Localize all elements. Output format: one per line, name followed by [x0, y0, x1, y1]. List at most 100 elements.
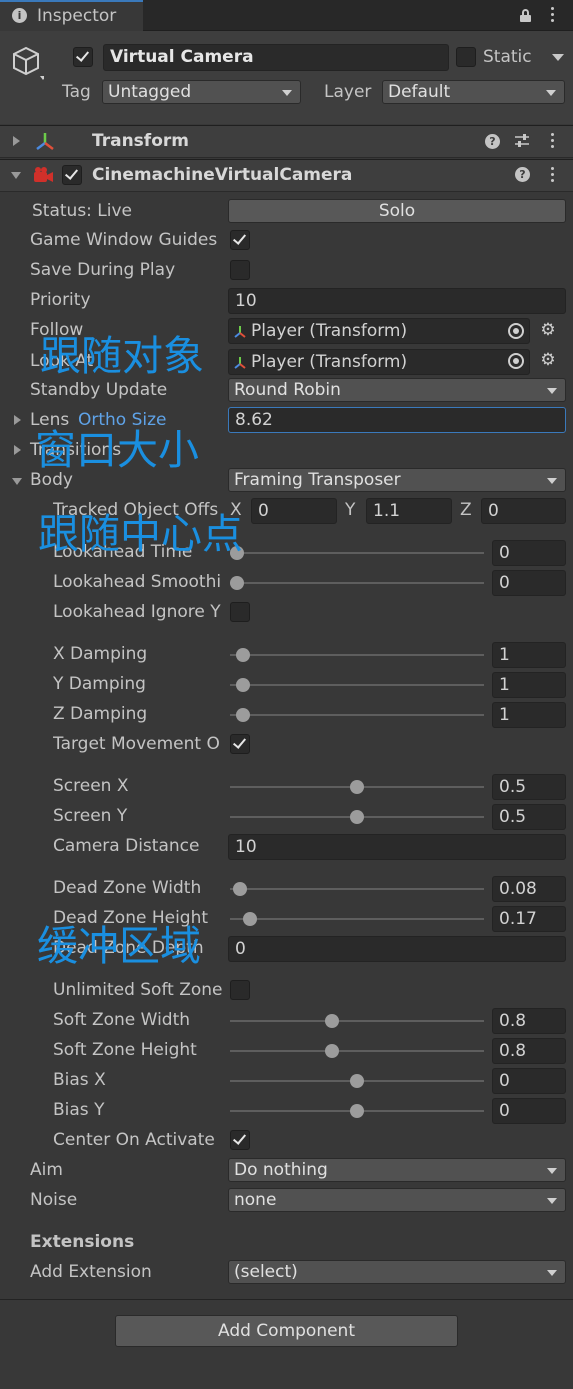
static-checkbox[interactable] — [456, 47, 476, 67]
x-damping-field[interactable]: 1 — [492, 642, 566, 668]
help-icon[interactable]: ? — [485, 134, 500, 149]
tab-menu-icon[interactable] — [551, 7, 555, 25]
gameobject-name-field[interactable]: Virtual Camera — [103, 44, 449, 71]
x-damping-slider-handle[interactable] — [235, 648, 250, 662]
dead-zone-height-slider-track[interactable] — [230, 918, 484, 920]
dead-zone-width-field[interactable]: 0.08 — [492, 876, 566, 902]
soft-zone-height-slider-handle[interactable] — [324, 1044, 339, 1058]
noise-dropdown[interactable]: none — [228, 1188, 566, 1212]
soft-zone-width-slider-handle[interactable] — [324, 1014, 339, 1028]
priority-field[interactable]: 10 — [228, 288, 566, 314]
solo-button[interactable]: Solo — [228, 199, 566, 223]
save-during-play-checkbox[interactable] — [230, 260, 250, 280]
screen-y-slider-handle[interactable] — [350, 810, 364, 824]
offset-y-field[interactable]: 1.1 — [366, 498, 452, 524]
offset-z-label: Z — [460, 500, 472, 520]
aim-label: Aim — [30, 1160, 63, 1180]
soft-zone-width-label: Soft Zone Width — [53, 1010, 191, 1030]
camera-distance-field[interactable]: 10 — [228, 834, 566, 860]
lookahead-time-slider-track[interactable] — [230, 552, 484, 554]
component-menu-icon[interactable] — [551, 133, 555, 151]
soft-zone-width-field[interactable]: 0.8 — [492, 1008, 566, 1034]
foldout-arrow-icon[interactable] — [13, 136, 20, 146]
gear-icon[interactable]: ⚙ — [540, 352, 556, 369]
annotation-follow-target: 跟随对象 — [40, 332, 204, 380]
save-during-play-label: Save During Play — [30, 260, 176, 280]
tab-inspector-label: Inspector — [37, 6, 117, 26]
game-window-guides-checkbox[interactable] — [230, 230, 250, 250]
soft-zone-width-slider-track[interactable] — [230, 1020, 484, 1022]
foldout-arrow-icon[interactable] — [14, 415, 21, 425]
z-damping-label: Z Damping — [53, 704, 148, 724]
lookahead-smoothing-field[interactable]: 0 — [492, 570, 566, 596]
screen-y-field[interactable]: 0.5 — [492, 804, 566, 830]
follow-object-field[interactable]: Player (Transform) — [228, 318, 530, 344]
z-damping-slider-handle[interactable] — [235, 708, 250, 722]
tag-label: Tag — [62, 82, 91, 102]
tag-value: Untagged — [108, 82, 192, 102]
screen-y-label: Screen Y — [53, 806, 128, 826]
unlimited-soft-zone-checkbox[interactable] — [230, 980, 250, 1000]
bias-y-label: Bias Y — [53, 1100, 105, 1120]
layer-dropdown[interactable]: Default — [382, 80, 565, 104]
z-damping-field[interactable]: 1 — [492, 702, 566, 728]
chevron-down-icon — [547, 478, 557, 484]
center-on-activate-checkbox[interactable] — [230, 1130, 250, 1150]
preset-icon[interactable] — [514, 133, 530, 149]
tag-dropdown[interactable]: Untagged — [102, 80, 301, 104]
bias-y-field[interactable]: 0 — [492, 1098, 566, 1124]
dead-zone-height-slider-handle[interactable] — [243, 912, 258, 926]
soft-zone-height-field[interactable]: 0.8 — [492, 1038, 566, 1064]
soft-zone-height-label: Soft Zone Height — [53, 1040, 197, 1060]
extensions-title: Extensions — [30, 1232, 135, 1252]
center-on-activate-label: Center On Activate — [53, 1130, 215, 1150]
soft-zone-height-slider-track[interactable] — [230, 1050, 484, 1052]
add-component-button[interactable]: Add Component — [115, 1315, 458, 1347]
aim-dropdown[interactable]: Do nothing — [228, 1158, 566, 1182]
static-dropdown-icon[interactable] — [552, 54, 564, 61]
dead-zone-width-slider-handle[interactable] — [233, 882, 248, 896]
lookahead-time-field[interactable]: 0 — [492, 540, 566, 566]
lock-icon[interactable] — [520, 9, 531, 22]
y-damping-slider-handle[interactable] — [235, 678, 250, 692]
ortho-size-field[interactable]: 8.62 — [228, 407, 566, 433]
lookahead-ignore-y-checkbox[interactable] — [230, 602, 250, 622]
standby-update-label: Standby Update — [30, 380, 168, 400]
noise-label: Noise — [30, 1190, 78, 1210]
component-menu-icon[interactable] — [551, 167, 555, 185]
body-dropdown[interactable]: Framing Transposer — [228, 468, 566, 492]
camera-distance-label: Camera Distance — [53, 836, 200, 856]
dead-zone-width-label: Dead Zone Width — [53, 878, 202, 898]
dead-zone-depth-field[interactable]: 0 — [228, 936, 566, 962]
gameobject-icon[interactable] — [10, 44, 46, 84]
lookat-object-field[interactable]: Player (Transform) — [228, 349, 530, 375]
dead-zone-width-slider-track[interactable] — [230, 888, 484, 890]
object-picker-icon[interactable] — [508, 323, 524, 339]
gear-icon[interactable]: ⚙ — [540, 322, 556, 339]
target-movement-checkbox[interactable] — [230, 734, 250, 754]
y-damping-field[interactable]: 1 — [492, 672, 566, 698]
bias-x-label: Bias X — [53, 1070, 106, 1090]
help-icon[interactable]: ? — [515, 167, 530, 182]
screen-x-field[interactable]: 0.5 — [492, 774, 566, 800]
object-picker-icon[interactable] — [508, 353, 524, 369]
standby-update-dropdown[interactable]: Round Robin — [228, 378, 566, 402]
vcam-enabled-checkbox[interactable] — [62, 165, 82, 185]
foldout-arrow-icon[interactable] — [12, 478, 22, 485]
bias-x-field[interactable]: 0 — [492, 1068, 566, 1094]
bias-y-slider-handle[interactable] — [350, 1104, 364, 1118]
gameobject-active-checkbox[interactable] — [73, 47, 93, 67]
lookahead-smoothing-slider-track[interactable] — [230, 582, 484, 584]
foldout-arrow-icon[interactable] — [11, 172, 21, 179]
offset-z-field[interactable]: 0 — [481, 498, 566, 524]
offset-x-field[interactable]: 0 — [251, 498, 337, 524]
dead-zone-height-field[interactable]: 0.17 — [492, 906, 566, 932]
lookahead-smoothing-slider-handle[interactable] — [230, 576, 244, 590]
x-damping-slider-track[interactable] — [230, 654, 484, 656]
foldout-arrow-icon[interactable] — [14, 445, 21, 455]
bias-x-slider-handle[interactable] — [350, 1074, 364, 1088]
y-damping-slider-track[interactable] — [230, 684, 484, 686]
z-damping-slider-track[interactable] — [230, 714, 484, 716]
add-extension-dropdown[interactable]: (select) — [228, 1260, 566, 1284]
screen-x-slider-handle[interactable] — [350, 780, 364, 794]
